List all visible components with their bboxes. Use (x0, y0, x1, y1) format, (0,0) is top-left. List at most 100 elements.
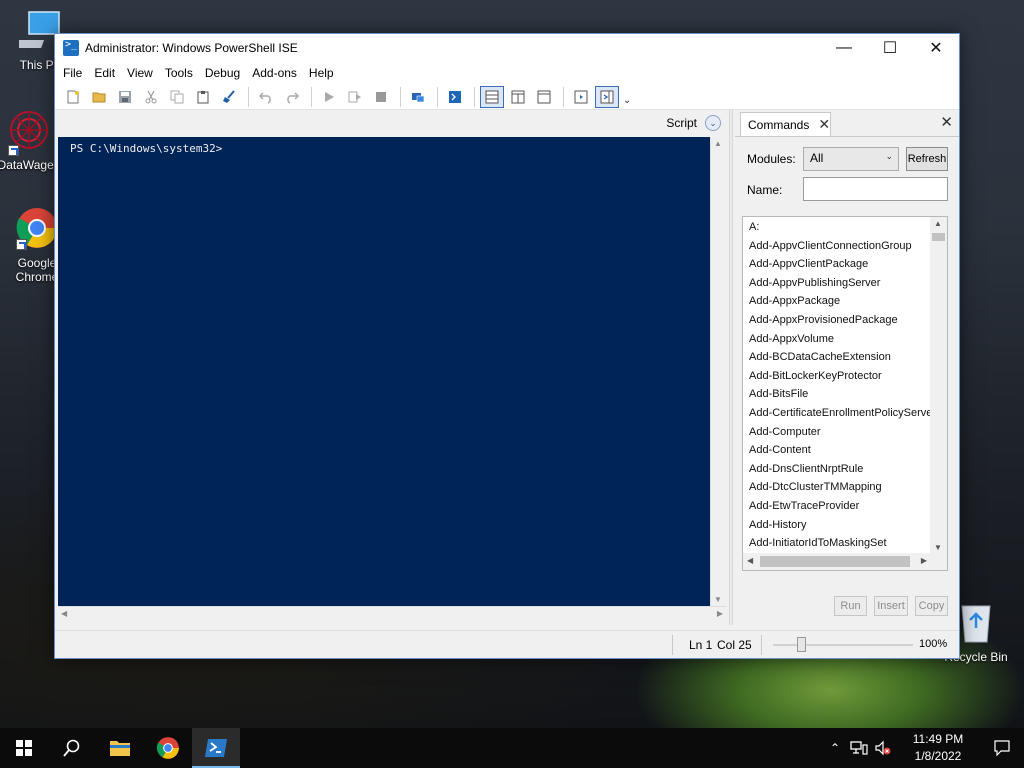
list-item[interactable]: Add-CertificateEnrollmentPolicyServer (749, 404, 931, 423)
menu-add-ons[interactable]: Add-ons (246, 62, 303, 84)
maximize-button[interactable]: ☐ (867, 34, 913, 62)
scroll-left-arrow-icon[interactable]: ◀ (747, 556, 753, 565)
clock-date: 1/8/2022 (914, 749, 962, 763)
list-item[interactable]: Add-BCDataCacheExtension (749, 348, 931, 367)
menu-bar: File Edit View Tools Debug Add-ons Help (55, 62, 959, 84)
scissors-icon (145, 90, 157, 103)
save-button[interactable] (113, 86, 137, 108)
console-vertical-scrollbar[interactable]: ▲ ▼ (710, 137, 726, 606)
start-button[interactable] (0, 728, 48, 768)
scroll-thumb[interactable] (760, 556, 910, 567)
list-item[interactable]: Add-AppvClientConnectionGroup (749, 237, 931, 256)
taskbar-file-explorer[interactable] (96, 728, 144, 768)
list-item[interactable]: Add-DnsClientNrptRule (749, 460, 931, 479)
open-button[interactable] (87, 86, 111, 108)
scroll-up-arrow-icon[interactable]: ▲ (714, 139, 722, 148)
list-item[interactable]: Add-Computer (749, 423, 931, 442)
list-item[interactable]: Add-AppxVolume (749, 330, 931, 349)
menu-tools[interactable]: Tools (159, 62, 199, 84)
show-script-maximized-button[interactable] (532, 86, 556, 108)
menu-help[interactable]: Help (303, 62, 340, 84)
list-item[interactable]: Add-EtwTraceProvider (749, 497, 931, 516)
search-button[interactable] (48, 728, 96, 768)
show-command-addon-button[interactable] (595, 85, 619, 108)
clock[interactable]: 11:49 PM 1/8/2022 (902, 731, 974, 765)
show-script-top-button[interactable] (480, 85, 504, 108)
window-title: Administrator: Windows PowerShell ISE (85, 41, 298, 55)
list-item[interactable]: Add-BitLockerKeyProtector (749, 367, 931, 386)
run-button[interactable]: Run (834, 596, 867, 616)
scroll-right-arrow-icon[interactable]: ▶ (921, 556, 927, 565)
list-item[interactable]: Add-AppvClientPackage (749, 255, 931, 274)
action-center-button[interactable] (980, 728, 1024, 768)
scroll-right-arrow-icon[interactable]: ▶ (717, 609, 723, 618)
taskbar-chrome[interactable] (144, 728, 192, 768)
taskbar-powershell-ise[interactable] (192, 728, 240, 768)
folder-open-icon (92, 92, 106, 102)
zoom-slider-track[interactable] (773, 644, 913, 646)
menu-debug[interactable]: Debug (199, 62, 246, 84)
list-item[interactable]: A: (749, 218, 931, 237)
start-powershell-button[interactable] (443, 86, 467, 108)
clear-console-button[interactable] (217, 86, 241, 108)
paste-button[interactable] (191, 86, 215, 108)
list-item[interactable]: Add-InitiatorIdToMaskingSet (749, 534, 931, 553)
menu-view[interactable]: View (121, 62, 159, 84)
new-script-button[interactable] (61, 86, 85, 108)
console-pane[interactable]: PS C:\Windows\system32> (58, 137, 710, 606)
script-toggle-label[interactable]: Script (666, 116, 697, 130)
modules-select[interactable]: All ⌄ (803, 147, 899, 171)
list-item[interactable]: Add-AppxProvisionedPackage (749, 311, 931, 330)
list-item[interactable]: Add-AppxPackage (749, 292, 931, 311)
scroll-up-arrow-icon[interactable]: ▲ (934, 219, 942, 228)
console-horizontal-scrollbar[interactable]: ◀ ▶ (58, 606, 726, 622)
scroll-down-arrow-icon[interactable]: ▼ (714, 595, 722, 604)
run-script-button[interactable] (317, 86, 341, 108)
commands-vertical-scrollbar[interactable]: ▲ ▼ (930, 217, 947, 554)
powershell-ise-icon (63, 39, 79, 56)
copy-command-button[interactable]: Copy (915, 596, 948, 616)
show-hidden-icons-chevron-icon[interactable]: ⌃ (830, 741, 840, 755)
list-item[interactable]: Add-History (749, 516, 931, 535)
menu-edit[interactable]: Edit (88, 62, 121, 84)
list-item[interactable]: Add-AppvPublishingServer (749, 274, 931, 293)
scroll-down-arrow-icon[interactable]: ▼ (934, 543, 942, 552)
scroll-left-arrow-icon[interactable]: ◀ (61, 609, 67, 618)
minimize-button[interactable]: — (821, 34, 867, 62)
insert-button[interactable]: Insert (874, 596, 908, 616)
pane-splitter[interactable] (729, 110, 733, 625)
list-item[interactable]: Add-DtcClusterTMMapping (749, 478, 931, 497)
main-area: Script ⌄ PS C:\Windows\system32> ▲ ▼ ◀ ▶… (55, 110, 959, 625)
close-pane-icon[interactable]: ✕ (940, 113, 953, 131)
list-item[interactable]: Add-Content (749, 441, 931, 460)
undo-button[interactable] (254, 86, 278, 108)
cut-button[interactable] (139, 86, 163, 108)
list-item[interactable]: Add-BitsFile (749, 385, 931, 404)
redo-button[interactable] (280, 86, 304, 108)
console-prompt: PS C:\Windows\system32> (70, 142, 223, 155)
search-icon (63, 739, 80, 757)
stop-button[interactable] (369, 86, 393, 108)
commands-horizontal-scrollbar[interactable]: ◀ ▶ (743, 553, 947, 570)
modules-label: Modules: (747, 152, 796, 166)
copy-button[interactable] (165, 86, 189, 108)
show-script-right-button[interactable] (506, 86, 530, 108)
zoom-slider-thumb[interactable] (797, 637, 806, 652)
menu-file[interactable]: File (57, 62, 88, 84)
new-remote-tab-button[interactable] (406, 86, 430, 108)
show-script-pane-chevron-icon[interactable]: ⌄ (705, 115, 721, 131)
show-script-pane-button[interactable] (569, 86, 593, 108)
close-button[interactable]: ✕ (913, 34, 959, 62)
network-icon[interactable] (850, 740, 868, 756)
toolbar-overflow-icon[interactable]: ⌄ (623, 95, 631, 106)
scroll-thumb[interactable] (932, 233, 945, 241)
run-selection-button[interactable] (343, 86, 367, 108)
commands-tab[interactable]: Commands ✕ (740, 112, 831, 136)
refresh-button[interactable]: Refresh (906, 147, 948, 171)
title-bar[interactable]: Administrator: Windows PowerShell ISE — … (55, 34, 959, 62)
commands-list: A: Add-AppvClientConnectionGroup Add-App… (742, 216, 948, 571)
save-icon (119, 90, 131, 103)
close-tab-icon[interactable]: ✕ (818, 116, 830, 133)
volume-muted-icon[interactable] (874, 740, 892, 756)
name-filter-input[interactable] (803, 177, 948, 201)
